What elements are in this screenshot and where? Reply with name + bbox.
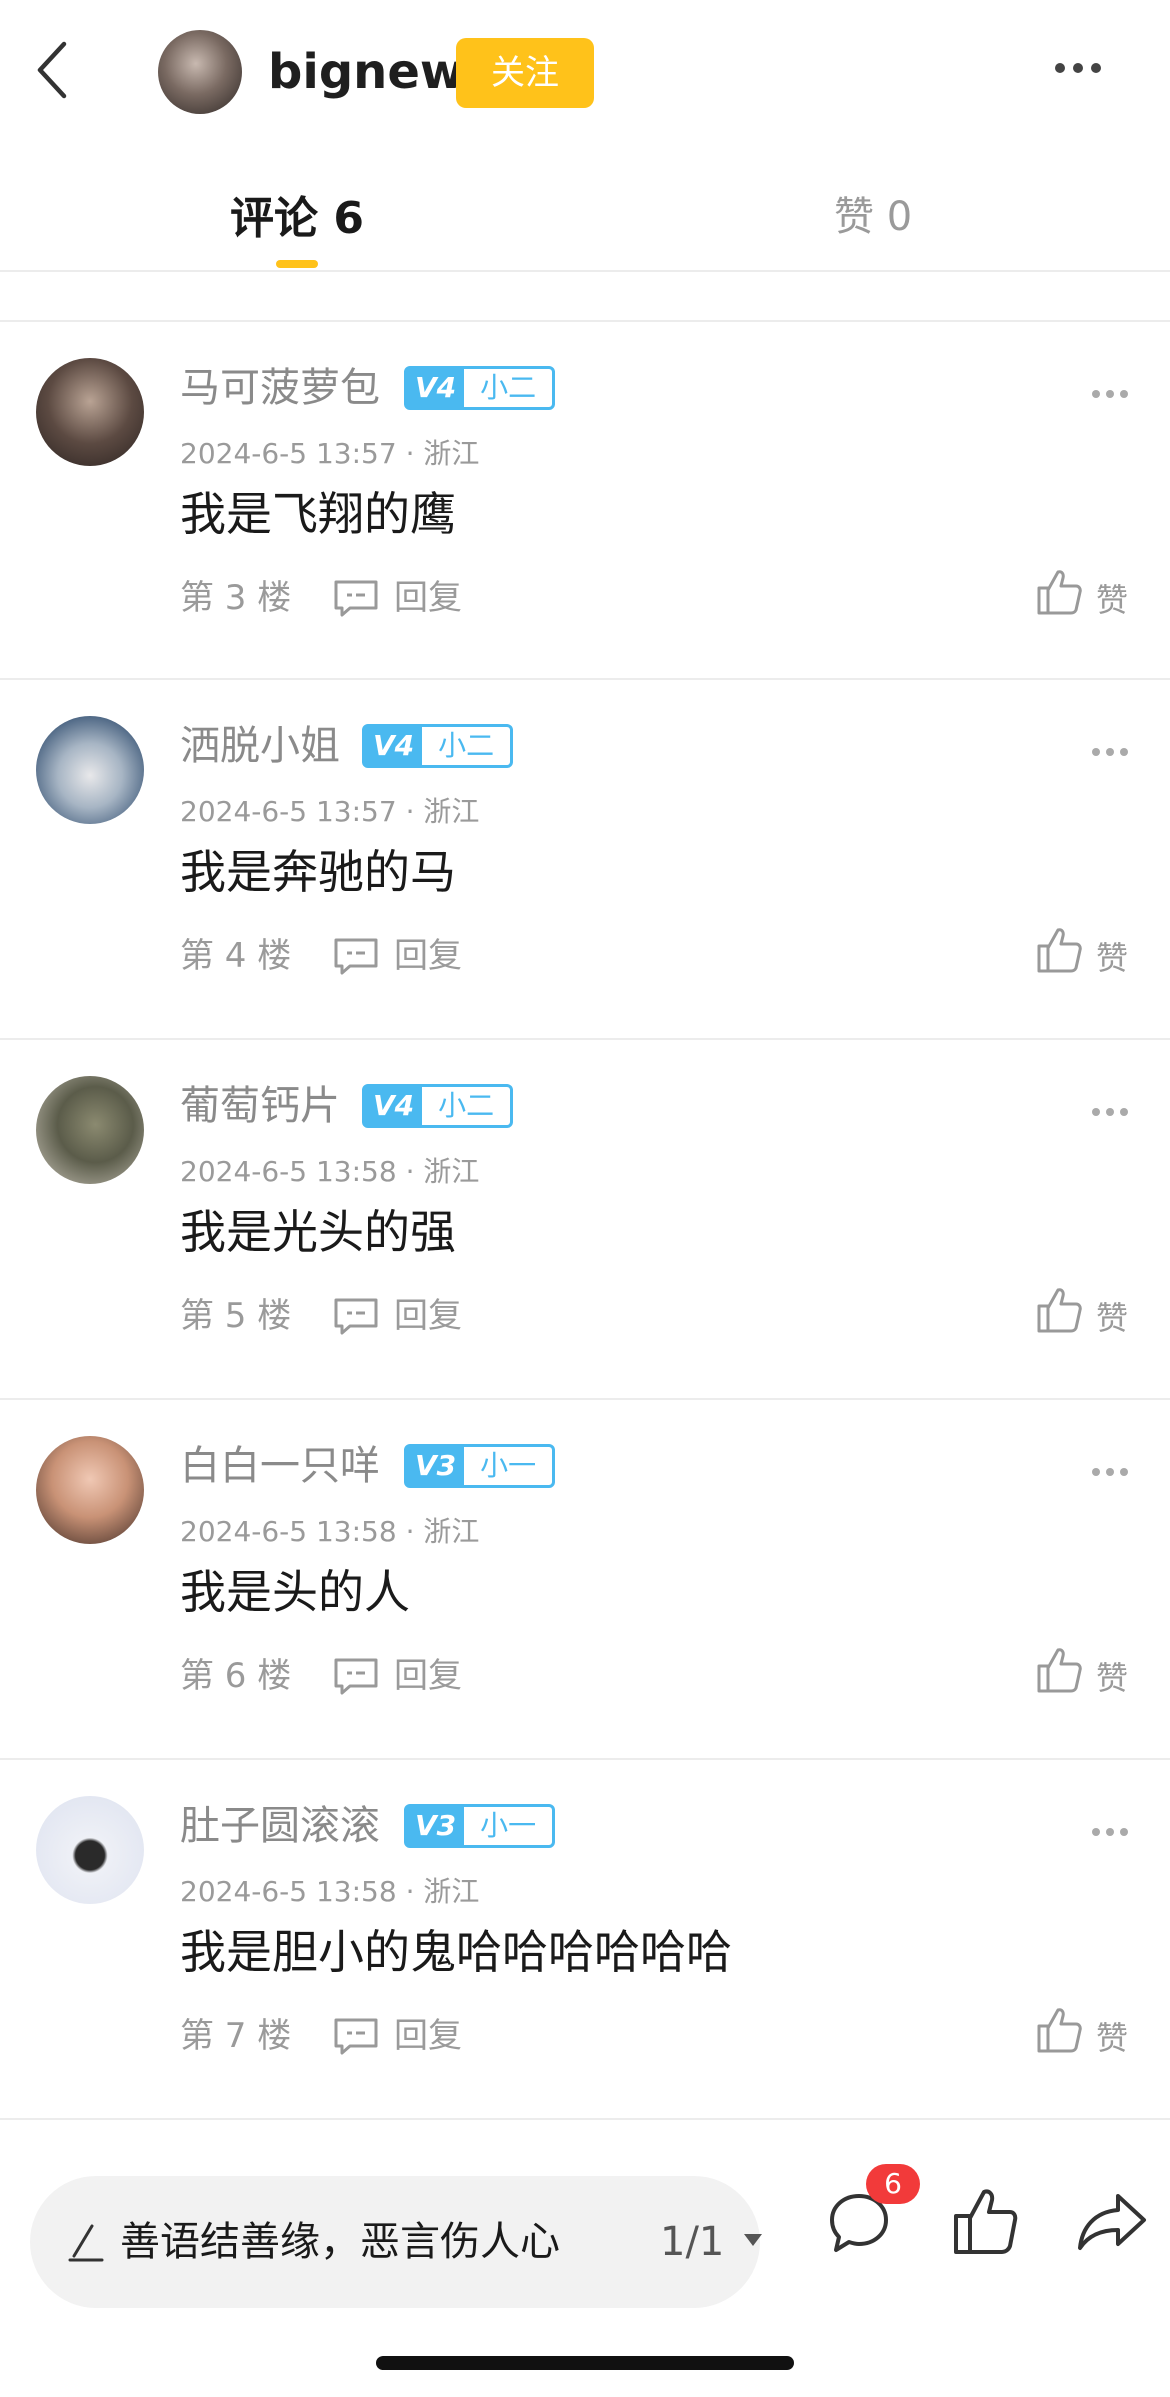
reply-button[interactable]: 回复 [394, 574, 462, 622]
reply-button[interactable]: 回复 [394, 932, 462, 980]
floor-label: 第 6 楼 [180, 1656, 292, 1696]
comment-text: 我是光头的强 [180, 1205, 456, 1259]
comment-meta: 2024-6-5 13:58 · 浙江 [180, 1875, 480, 1908]
floor-label: 第 4 楼 [180, 936, 292, 976]
comment-username[interactable]: 葡萄钙片 [180, 1078, 340, 1134]
like-button[interactable]: 赞 [1096, 578, 1128, 622]
comment-item: 葡萄钙片 V4 小二 2024-6-5 13:58 · 浙江 我是光头的强 第 … [0, 1040, 1170, 1396]
comment-username[interactable]: 马可菠萝包 [180, 360, 380, 416]
thumb-up-icon[interactable] [1036, 2006, 1082, 2054]
home-indicator[interactable] [376, 2356, 794, 2370]
level-label: V4 [365, 1087, 423, 1125]
more-dots-icon[interactable] [1090, 1466, 1130, 1478]
more-dots-icon[interactable] [1090, 1106, 1130, 1118]
clipped-previous-comment [0, 272, 1170, 320]
comment-meta: 2024-6-5 13:58 · 浙江 [180, 1155, 480, 1188]
level-badge: V4 小二 [404, 366, 556, 410]
reply-bubble-icon[interactable] [332, 936, 380, 976]
comment-text: 我是胆小的鬼哈哈哈哈哈哈 [180, 1925, 732, 1979]
comment-text: 我是头的人 [180, 1565, 410, 1619]
thumb-up-icon[interactable] [1036, 568, 1082, 616]
floor-label: 第 5 楼 [180, 1296, 292, 1336]
comment-item: 洒脱小姐 V4 小二 2024-6-5 13:57 · 浙江 我是奔驰的马 第 … [0, 680, 1170, 1036]
thumb-up-icon[interactable] [952, 2186, 1018, 2256]
level-badge: V4 小二 [362, 1084, 514, 1128]
comment-meta: 2024-6-5 13:57 · 浙江 [180, 437, 480, 470]
level-label: V4 [365, 727, 423, 765]
comment-meta: 2024-6-5 13:57 · 浙江 [180, 795, 480, 828]
more-dots-icon[interactable] [1090, 388, 1130, 400]
reply-bubble-icon[interactable] [332, 1296, 380, 1336]
tab-active-indicator [276, 260, 318, 268]
rank-label: 小一 [480, 1449, 537, 1482]
user-avatar[interactable] [36, 1076, 144, 1184]
comment-input[interactable]: 善语结善缘，恶言伤人心 1/1 [30, 2176, 762, 2308]
level-label: V3 [407, 1807, 465, 1845]
like-button[interactable]: 赞 [1096, 1296, 1128, 1340]
comment-item: 肚子圆滚滚 V3 小一 2024-6-5 13:58 · 浙江 我是胆小的鬼哈哈… [0, 1760, 1170, 2116]
more-dots-icon[interactable] [1090, 746, 1130, 758]
rank-label: 小一 [480, 1809, 537, 1842]
comment-username[interactable]: 肚子圆滚滚 [180, 1798, 380, 1854]
bottom-action-bar: 善语结善缘，恶言伤人心 1/1 6 [0, 2120, 1170, 2397]
like-button[interactable]: 赞 [1096, 2016, 1128, 2060]
rank-label: 小二 [480, 371, 537, 404]
thumb-up-icon[interactable] [1036, 926, 1082, 974]
level-label: V3 [407, 1447, 465, 1485]
tab-comments[interactable]: 评论 6 [230, 182, 364, 246]
rank-label: 小二 [438, 729, 495, 762]
share-arrow-icon[interactable] [1076, 2190, 1148, 2254]
comment-count-badge: 6 [866, 2164, 920, 2204]
user-avatar[interactable] [36, 358, 144, 466]
comment-item: 马可菠萝包 V4 小二 2024-6-5 13:57 · 浙江 我是飞翔的鹰 第… [0, 322, 1170, 678]
thumb-up-icon[interactable] [1036, 1286, 1082, 1334]
author-name[interactable]: bignew [268, 40, 464, 104]
rank-label: 小二 [438, 1089, 495, 1122]
like-button[interactable]: 赞 [1096, 1656, 1128, 1700]
reply-bubble-icon[interactable] [332, 578, 380, 618]
back-arrow-icon[interactable] [32, 38, 72, 102]
top-nav-bar: bignew 关注 [0, 0, 1170, 140]
follow-button[interactable]: 关注 [456, 38, 594, 108]
input-placeholder: 善语结善缘，恶言伤人心 [120, 2219, 560, 2265]
level-label: V4 [407, 369, 465, 407]
author-avatar[interactable] [158, 30, 242, 114]
user-avatar[interactable] [36, 716, 144, 824]
reply-bubble-icon[interactable] [332, 2016, 380, 2056]
comment-username[interactable]: 白白一只咩 [180, 1438, 380, 1494]
floor-label: 第 7 楼 [180, 2016, 292, 2056]
level-badge: V4 小二 [362, 724, 514, 768]
comment-item: 白白一只咩 V3 小一 2024-6-5 13:58 · 浙江 我是头的人 第 … [0, 1400, 1170, 1756]
reply-button[interactable]: 回复 [394, 1652, 462, 1700]
comment-text: 我是飞翔的鹰 [180, 487, 456, 541]
reply-bubble-icon[interactable] [332, 1656, 380, 1696]
comment-username[interactable]: 洒脱小姐 [180, 718, 340, 774]
chevron-down-icon[interactable] [742, 2232, 764, 2248]
thumb-up-icon[interactable] [1036, 1646, 1082, 1694]
comment-meta: 2024-6-5 13:58 · 浙江 [180, 1515, 480, 1548]
more-dots-icon[interactable] [1090, 1826, 1130, 1838]
like-button[interactable]: 赞 [1096, 936, 1128, 980]
user-avatar[interactable] [36, 1796, 144, 1904]
more-dots-icon[interactable] [1052, 60, 1104, 76]
floor-label: 第 3 楼 [180, 578, 292, 618]
page-indicator[interactable]: 1/1 [660, 2214, 724, 2270]
tab-likes[interactable]: 赞 0 [834, 184, 912, 242]
pen-icon [68, 2224, 104, 2262]
level-badge: V3 小一 [404, 1804, 556, 1848]
comment-text: 我是奔驰的马 [180, 845, 456, 899]
reply-button[interactable]: 回复 [394, 2012, 462, 2060]
reply-button[interactable]: 回复 [394, 1292, 462, 1340]
user-avatar[interactable] [36, 1436, 144, 1544]
tab-bar: 评论 6 赞 0 [0, 150, 1170, 270]
level-badge: V3 小一 [404, 1444, 556, 1488]
